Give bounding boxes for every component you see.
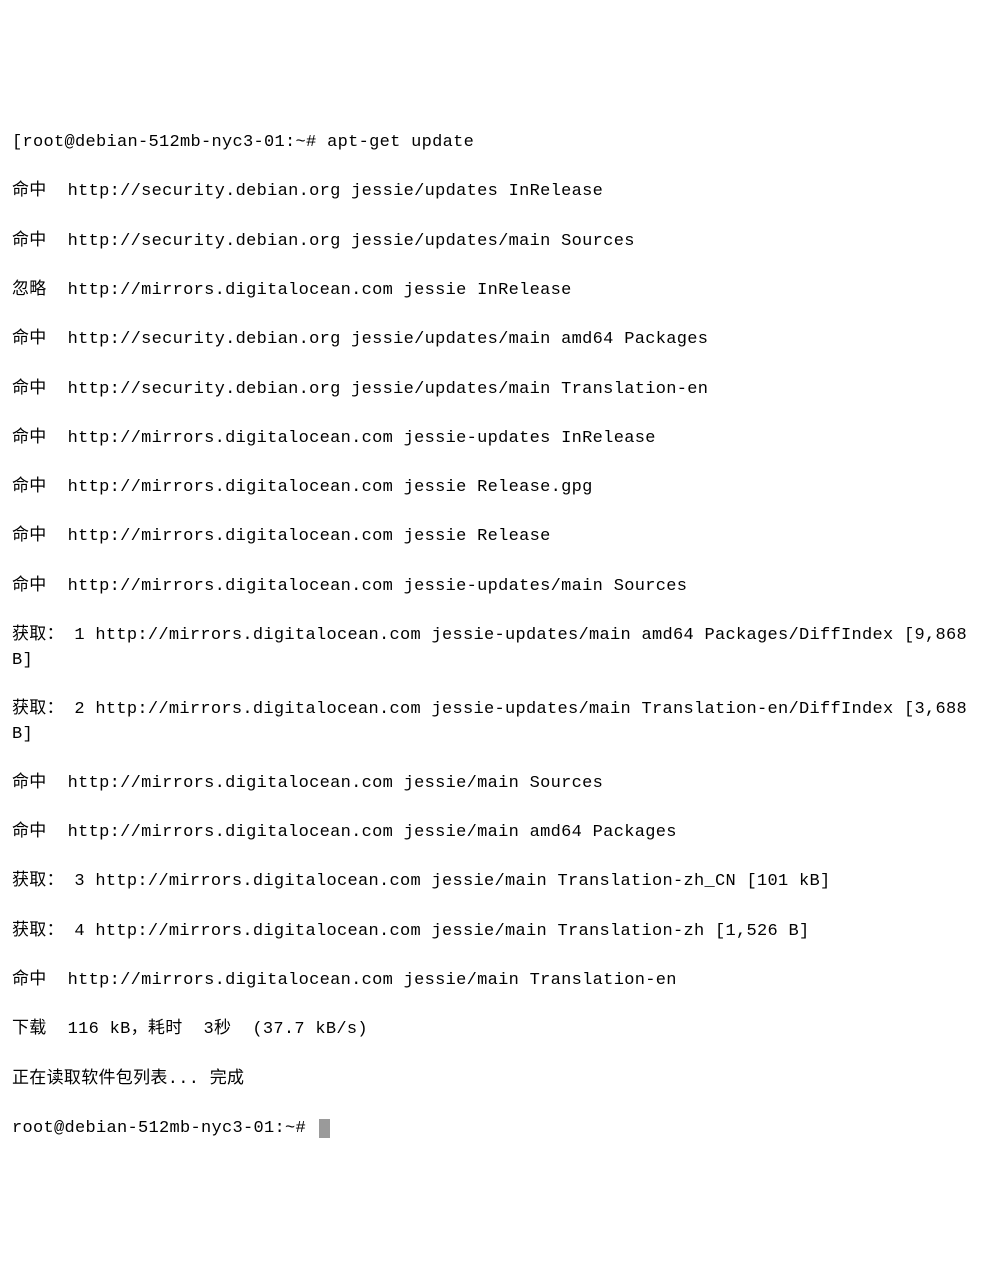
- output-line: 命中 http://mirrors.digitalocean.com jessi…: [12, 821, 988, 846]
- output-line: 获取： 4 http://mirrors.digitalocean.com je…: [12, 920, 988, 945]
- output-line: 获取： 3 http://mirrors.digitalocean.com je…: [12, 870, 988, 895]
- shell-prompt: root@debian-512mb-nyc3-01:~#: [23, 133, 328, 152]
- shell-prompt: root@debian-512mb-nyc3-01:~#: [12, 1119, 317, 1138]
- bracket-open: [: [12, 133, 23, 152]
- output-line: 命中 http://mirrors.digitalocean.com jessi…: [12, 476, 988, 501]
- output-line: 命中 http://mirrors.digitalocean.com jessi…: [12, 772, 988, 797]
- output-line: 命中 http://mirrors.digitalocean.com jessi…: [12, 969, 988, 994]
- output-line: 获取： 1 http://mirrors.digitalocean.com je…: [12, 624, 988, 673]
- output-line: 正在读取软件包列表... 完成: [12, 1068, 988, 1093]
- output-line: 命中 http://security.debian.org jessie/upd…: [12, 378, 988, 403]
- output-line: 命中 http://security.debian.org jessie/upd…: [12, 328, 988, 353]
- output-line: 命中 http://mirrors.digitalocean.com jessi…: [12, 427, 988, 452]
- prompt-line: root@debian-512mb-nyc3-01:~#: [12, 1117, 988, 1142]
- output-line: 命中 http://mirrors.digitalocean.com jessi…: [12, 575, 988, 600]
- terminal-output[interactable]: [root@debian-512mb-nyc3-01:~# apt-get up…: [12, 107, 988, 1167]
- output-line: 命中 http://security.debian.org jessie/upd…: [12, 230, 988, 255]
- output-line: 命中 http://mirrors.digitalocean.com jessi…: [12, 525, 988, 550]
- output-line: 下载 116 kB，耗时 3秒 (37.7 kB/s): [12, 1018, 988, 1043]
- output-line: 忽略 http://mirrors.digitalocean.com jessi…: [12, 279, 988, 304]
- command-line: [root@debian-512mb-nyc3-01:~# apt-get up…: [12, 131, 988, 156]
- output-line: 命中 http://security.debian.org jessie/upd…: [12, 180, 988, 205]
- output-line: 获取： 2 http://mirrors.digitalocean.com je…: [12, 698, 988, 747]
- entered-command: apt-get update: [327, 133, 474, 152]
- cursor-icon: [319, 1119, 330, 1138]
